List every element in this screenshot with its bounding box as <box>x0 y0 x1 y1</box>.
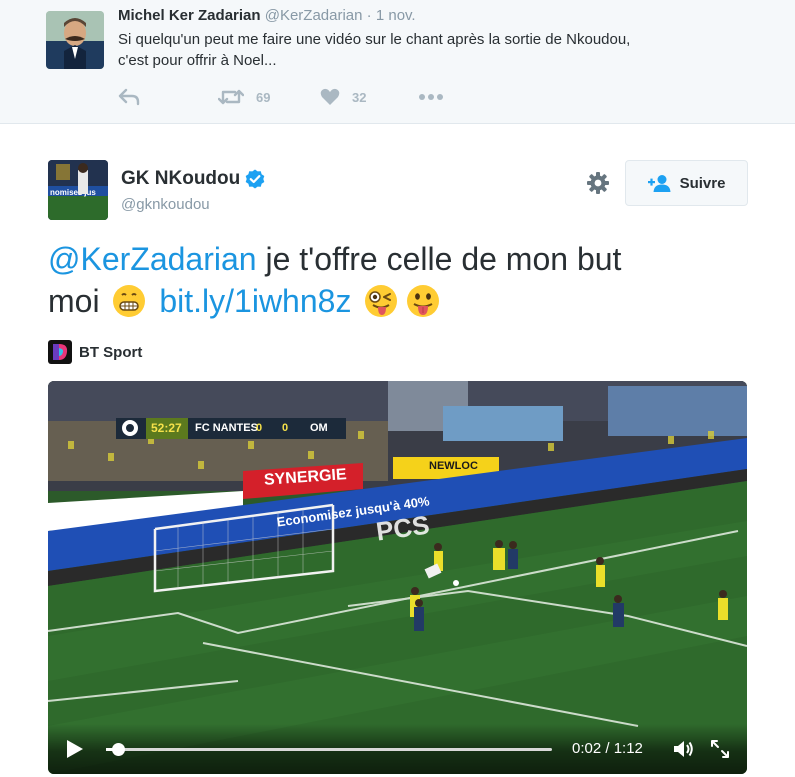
tongue-emoji-icon <box>406 284 440 318</box>
scoreboard-away-team: OM <box>310 422 328 434</box>
play-icon[interactable] <box>66 739 84 759</box>
grimacing-emoji-icon <box>112 284 146 318</box>
url-link[interactable]: bit.ly/1iwhn8z <box>159 283 351 319</box>
scoreboard-home-team: FC NANTES <box>195 422 258 434</box>
heart-icon <box>320 88 340 105</box>
reply-button[interactable] <box>118 86 140 108</box>
retweet-count: 69 <box>256 89 271 105</box>
retweet-icon <box>218 89 244 105</box>
reply-text-line1: Si quelqu'un peut me faire une vidéo sur… <box>118 31 631 48</box>
tweet-text-part2: moi <box>48 283 109 319</box>
mention-link[interactable]: @KerZadarian <box>48 241 257 277</box>
tweet-text: @KerZadarian je t'offre celle de mon but… <box>48 238 768 322</box>
avatar-gknkoudou[interactable]: nomisez jus <box>48 160 108 220</box>
follow-icon <box>647 175 671 192</box>
tweet-author-name[interactable]: GK NKoudou <box>121 168 265 190</box>
reply-header: Michel Ker Zadarian @KerZadarian · 1 nov… <box>118 7 416 24</box>
video-player[interactable]: 52:27 FC NANTES 0 0 OM SYNERGIE NEWLOC E… <box>48 381 747 774</box>
volume-icon[interactable] <box>672 737 696 761</box>
separator-dot: · <box>366 7 372 24</box>
reply-text-line2: c'est pour offrir à Noel... <box>118 52 277 69</box>
follow-button[interactable]: Suivre <box>625 160 748 206</box>
more-icon <box>419 94 443 100</box>
winking-tongue-emoji-icon <box>364 284 398 318</box>
seek-handle[interactable] <box>112 743 126 756</box>
video-time: 0:02 / 1:12 <box>572 740 643 757</box>
seek-bar[interactable] <box>106 743 552 756</box>
tweet-author-handle[interactable]: @gknkoudou <box>121 196 210 213</box>
bt-sport-logo-icon <box>48 340 72 364</box>
more-button[interactable] <box>418 86 444 108</box>
video-controls: 0:02 / 1:12 <box>48 724 747 774</box>
reply-tweet[interactable]: Michel Ker Zadarian @KerZadarian · 1 nov… <box>0 0 795 124</box>
reply-text: Si quelqu'un peut me faire une vidéo sur… <box>118 29 758 71</box>
video-source-name: BT Sport <box>79 343 143 361</box>
video-frame <box>48 381 747 774</box>
video-source[interactable]: BT Sport <box>48 340 142 364</box>
scoreboard-time: 52:27 <box>151 421 182 435</box>
fullscreen-icon[interactable] <box>708 737 732 761</box>
verified-icon <box>245 169 265 189</box>
scoreboard-home-score: 0 <box>256 422 263 434</box>
gear-icon[interactable] <box>586 171 610 195</box>
follow-label: Suivre <box>679 174 726 192</box>
retweet-button[interactable]: 69 <box>218 86 270 108</box>
like-count: 32 <box>352 89 367 105</box>
scoreboard-away-score: 0 <box>282 422 289 434</box>
svg-text:nomisez jus: nomisez jus <box>50 188 96 197</box>
tweet-author-name-text: GK NKoudou <box>121 168 241 189</box>
reply-icon <box>118 88 140 106</box>
reply-author-handle[interactable]: @KerZadarian <box>265 7 363 24</box>
board-newloc: NEWLOC <box>429 460 478 472</box>
reply-author-name[interactable]: Michel Ker Zadarian <box>118 7 261 24</box>
tweet-text-part1: je t'offre celle de mon but <box>256 241 622 277</box>
avatar-michel[interactable] <box>46 11 104 69</box>
like-button[interactable]: 32 <box>320 86 366 108</box>
reply-date[interactable]: 1 nov. <box>376 7 416 24</box>
